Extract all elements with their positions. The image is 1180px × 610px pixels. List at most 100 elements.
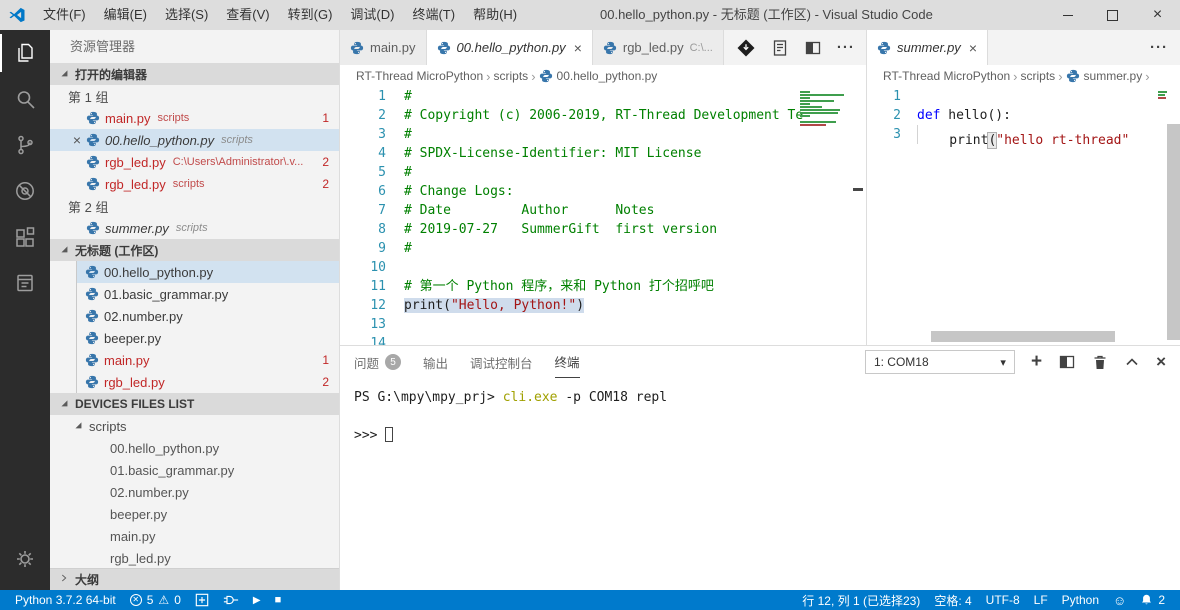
workspace-section-header[interactable]: 无标题 (工作区) — [50, 239, 339, 261]
minimap[interactable] — [1155, 90, 1166, 100]
breadcrumb-item[interactable]: RT-Thread MicroPython — [356, 69, 483, 83]
tab-00.hello_python.py[interactable]: 00.hello_python.py× — [427, 30, 593, 65]
device-file-row[interactable]: rgb_led.py — [50, 547, 339, 569]
split-editor-icon[interactable] — [804, 39, 822, 57]
open-editor-item[interactable]: main.pyscripts1 — [50, 107, 339, 129]
devices-folder-row[interactable]: scripts — [50, 415, 339, 437]
open-editors-section-header[interactable]: 打开的编辑器 — [50, 63, 339, 85]
code-line: 9# — [340, 239, 866, 258]
feedback-smiley-icon[interactable] — [1106, 590, 1133, 610]
minimap[interactable] — [797, 90, 849, 127]
panel-tab-终端[interactable]: 终端 — [555, 346, 580, 378]
open-editor-item[interactable]: rgb_led.pyC:\Users\Administrator\.v...2 — [50, 151, 339, 173]
vertical-scrollbar[interactable] — [1167, 124, 1180, 340]
workspace-file-row[interactable]: rgb_led.py2 — [77, 371, 339, 393]
search-icon[interactable] — [0, 76, 50, 122]
encoding-status[interactable]: UTF-8 — [979, 590, 1027, 610]
menu-item[interactable]: 帮助(H) — [464, 0, 526, 30]
code-line: 12print("Hello, Python!") — [340, 296, 866, 315]
device-file-row[interactable]: 01.basic_grammar.py — [50, 459, 339, 481]
maximize-icon[interactable] — [1090, 0, 1135, 30]
problems-badge: 5 — [385, 354, 401, 370]
language-mode-status[interactable]: Python — [1055, 590, 1106, 610]
menu-item[interactable]: 调试(D) — [341, 0, 403, 30]
connect-device-button[interactable] — [216, 590, 246, 610]
outline-section-header[interactable]: 大纲 — [50, 568, 339, 590]
tab-summer.py[interactable]: summer.py× — [867, 30, 988, 65]
device-file-row[interactable]: 00.hello_python.py — [50, 437, 339, 459]
device-notes-icon[interactable] — [0, 260, 50, 306]
panel-header: 问题5 输出 调试控制台 终端 1: COM18 + × — [340, 346, 1180, 378]
breadcrumb-item[interactable]: RT-Thread MicroPython — [883, 69, 1010, 83]
workspace-file-row[interactable]: 01.basic_grammar.py — [77, 283, 339, 305]
device-file-row[interactable]: beeper.py — [50, 503, 339, 525]
debug-icon[interactable] — [0, 168, 50, 214]
code-editor-right[interactable]: 12def hello():3 print("hello rt-thread" — [867, 87, 1180, 345]
device-file-row[interactable]: main.py — [50, 525, 339, 547]
open-editor-item[interactable]: ×00.hello_python.pyscripts — [50, 129, 339, 151]
run-button[interactable] — [246, 590, 268, 610]
device-file-row[interactable]: 02.number.py — [50, 481, 339, 503]
close-editor-icon[interactable]: × — [68, 132, 86, 148]
download-to-board-icon[interactable] — [736, 38, 756, 58]
download-code-button[interactable] — [188, 590, 216, 610]
indentation-status[interactable]: 空格: 4 — [927, 590, 978, 610]
stop-button[interactable] — [268, 590, 289, 610]
open-editor-item[interactable]: rgb_led.pyscripts2 — [50, 173, 339, 195]
kill-terminal-trash-icon[interactable] — [1092, 354, 1108, 371]
notifications-bell[interactable]: 2 — [1133, 590, 1172, 610]
menu-item[interactable]: 转到(G) — [279, 0, 342, 30]
split-terminal-icon[interactable] — [1058, 353, 1076, 371]
devices-section-header[interactable]: DEVICES FILES LIST — [50, 393, 339, 415]
tab-main.py[interactable]: main.py — [340, 30, 427, 65]
close-tab-icon[interactable]: × — [969, 40, 977, 56]
menu-item[interactable]: 选择(S) — [156, 0, 217, 30]
code-editor-left[interactable]: 1#2# Copyright (c) 2006-2019, RT-Thread … — [340, 87, 866, 345]
python-file-icon — [603, 41, 617, 55]
file-name: main.py — [105, 111, 151, 126]
line-number: 3 — [340, 125, 386, 144]
breadcrumb-item[interactable]: scripts — [1021, 69, 1056, 83]
panel-tab-问题[interactable]: 问题5 — [354, 346, 401, 378]
menu-item[interactable]: 文件(F) — [34, 0, 95, 30]
breadcrumb-item[interactable]: summer.py — [1066, 69, 1143, 83]
cursor-position-status[interactable]: 行 12, 列 1 (已选择23) — [795, 590, 927, 610]
workspace-file-row[interactable]: 00.hello_python.py — [77, 261, 339, 283]
file-name: rgb_led.py — [105, 177, 166, 192]
code-line: 8# 2019-07-27 SummerGift first version — [340, 220, 866, 239]
workspace-file-row[interactable]: beeper.py — [77, 327, 339, 349]
settings-gear-icon[interactable] — [0, 536, 50, 582]
terminal-select[interactable]: 1: COM18 — [865, 350, 1015, 374]
menu-item[interactable]: 终端(T) — [403, 0, 464, 30]
code-text: # Date Author Notes — [404, 201, 654, 220]
workspace-file-row[interactable]: 02.number.py — [77, 305, 339, 327]
close-window-icon[interactable] — [1135, 0, 1180, 30]
open-editor-item[interactable]: summer.pyscripts — [50, 217, 339, 239]
extensions-icon[interactable] — [0, 214, 50, 260]
terminal-output[interactable]: PS G:\mpy\mpy_prj> cli.exe -p COM18 repl… — [340, 378, 1180, 445]
explorer-icon[interactable] — [0, 30, 50, 76]
horizontal-scrollbar[interactable] — [931, 331, 1115, 342]
more-actions-icon[interactable]: ··· — [1150, 39, 1168, 56]
panel-tab-输出[interactable]: 输出 — [423, 346, 448, 378]
line-number: 2 — [340, 106, 386, 125]
problems-status[interactable]: 5 0 — [123, 590, 188, 610]
minimize-icon[interactable] — [1045, 0, 1090, 30]
eol-status[interactable]: LF — [1027, 590, 1055, 610]
maximize-panel-chevron-icon[interactable] — [1124, 355, 1140, 369]
close-panel-icon[interactable]: × — [1156, 352, 1166, 372]
breadcrumb-item[interactable]: scripts — [494, 69, 529, 83]
tab-rgb_led.py[interactable]: rgb_led.pyC:\... — [593, 30, 724, 65]
file-report-icon[interactable] — [771, 39, 789, 57]
close-tab-icon[interactable]: × — [574, 40, 582, 56]
panel-tab-label: 调试控制台 — [470, 353, 533, 372]
panel-tab-调试控制台[interactable]: 调试控制台 — [470, 346, 533, 378]
python-interpreter-status[interactable]: Python 3.7.2 64-bit — [8, 590, 123, 610]
new-terminal-icon[interactable]: + — [1031, 354, 1042, 370]
menu-item[interactable]: 查看(V) — [217, 0, 278, 30]
breadcrumb-item[interactable]: 00.hello_python.py — [539, 69, 658, 83]
source-control-icon[interactable] — [0, 122, 50, 168]
more-actions-icon[interactable]: ··· — [837, 39, 855, 56]
menu-item[interactable]: 编辑(E) — [95, 0, 156, 30]
workspace-file-row[interactable]: main.py1 — [77, 349, 339, 371]
